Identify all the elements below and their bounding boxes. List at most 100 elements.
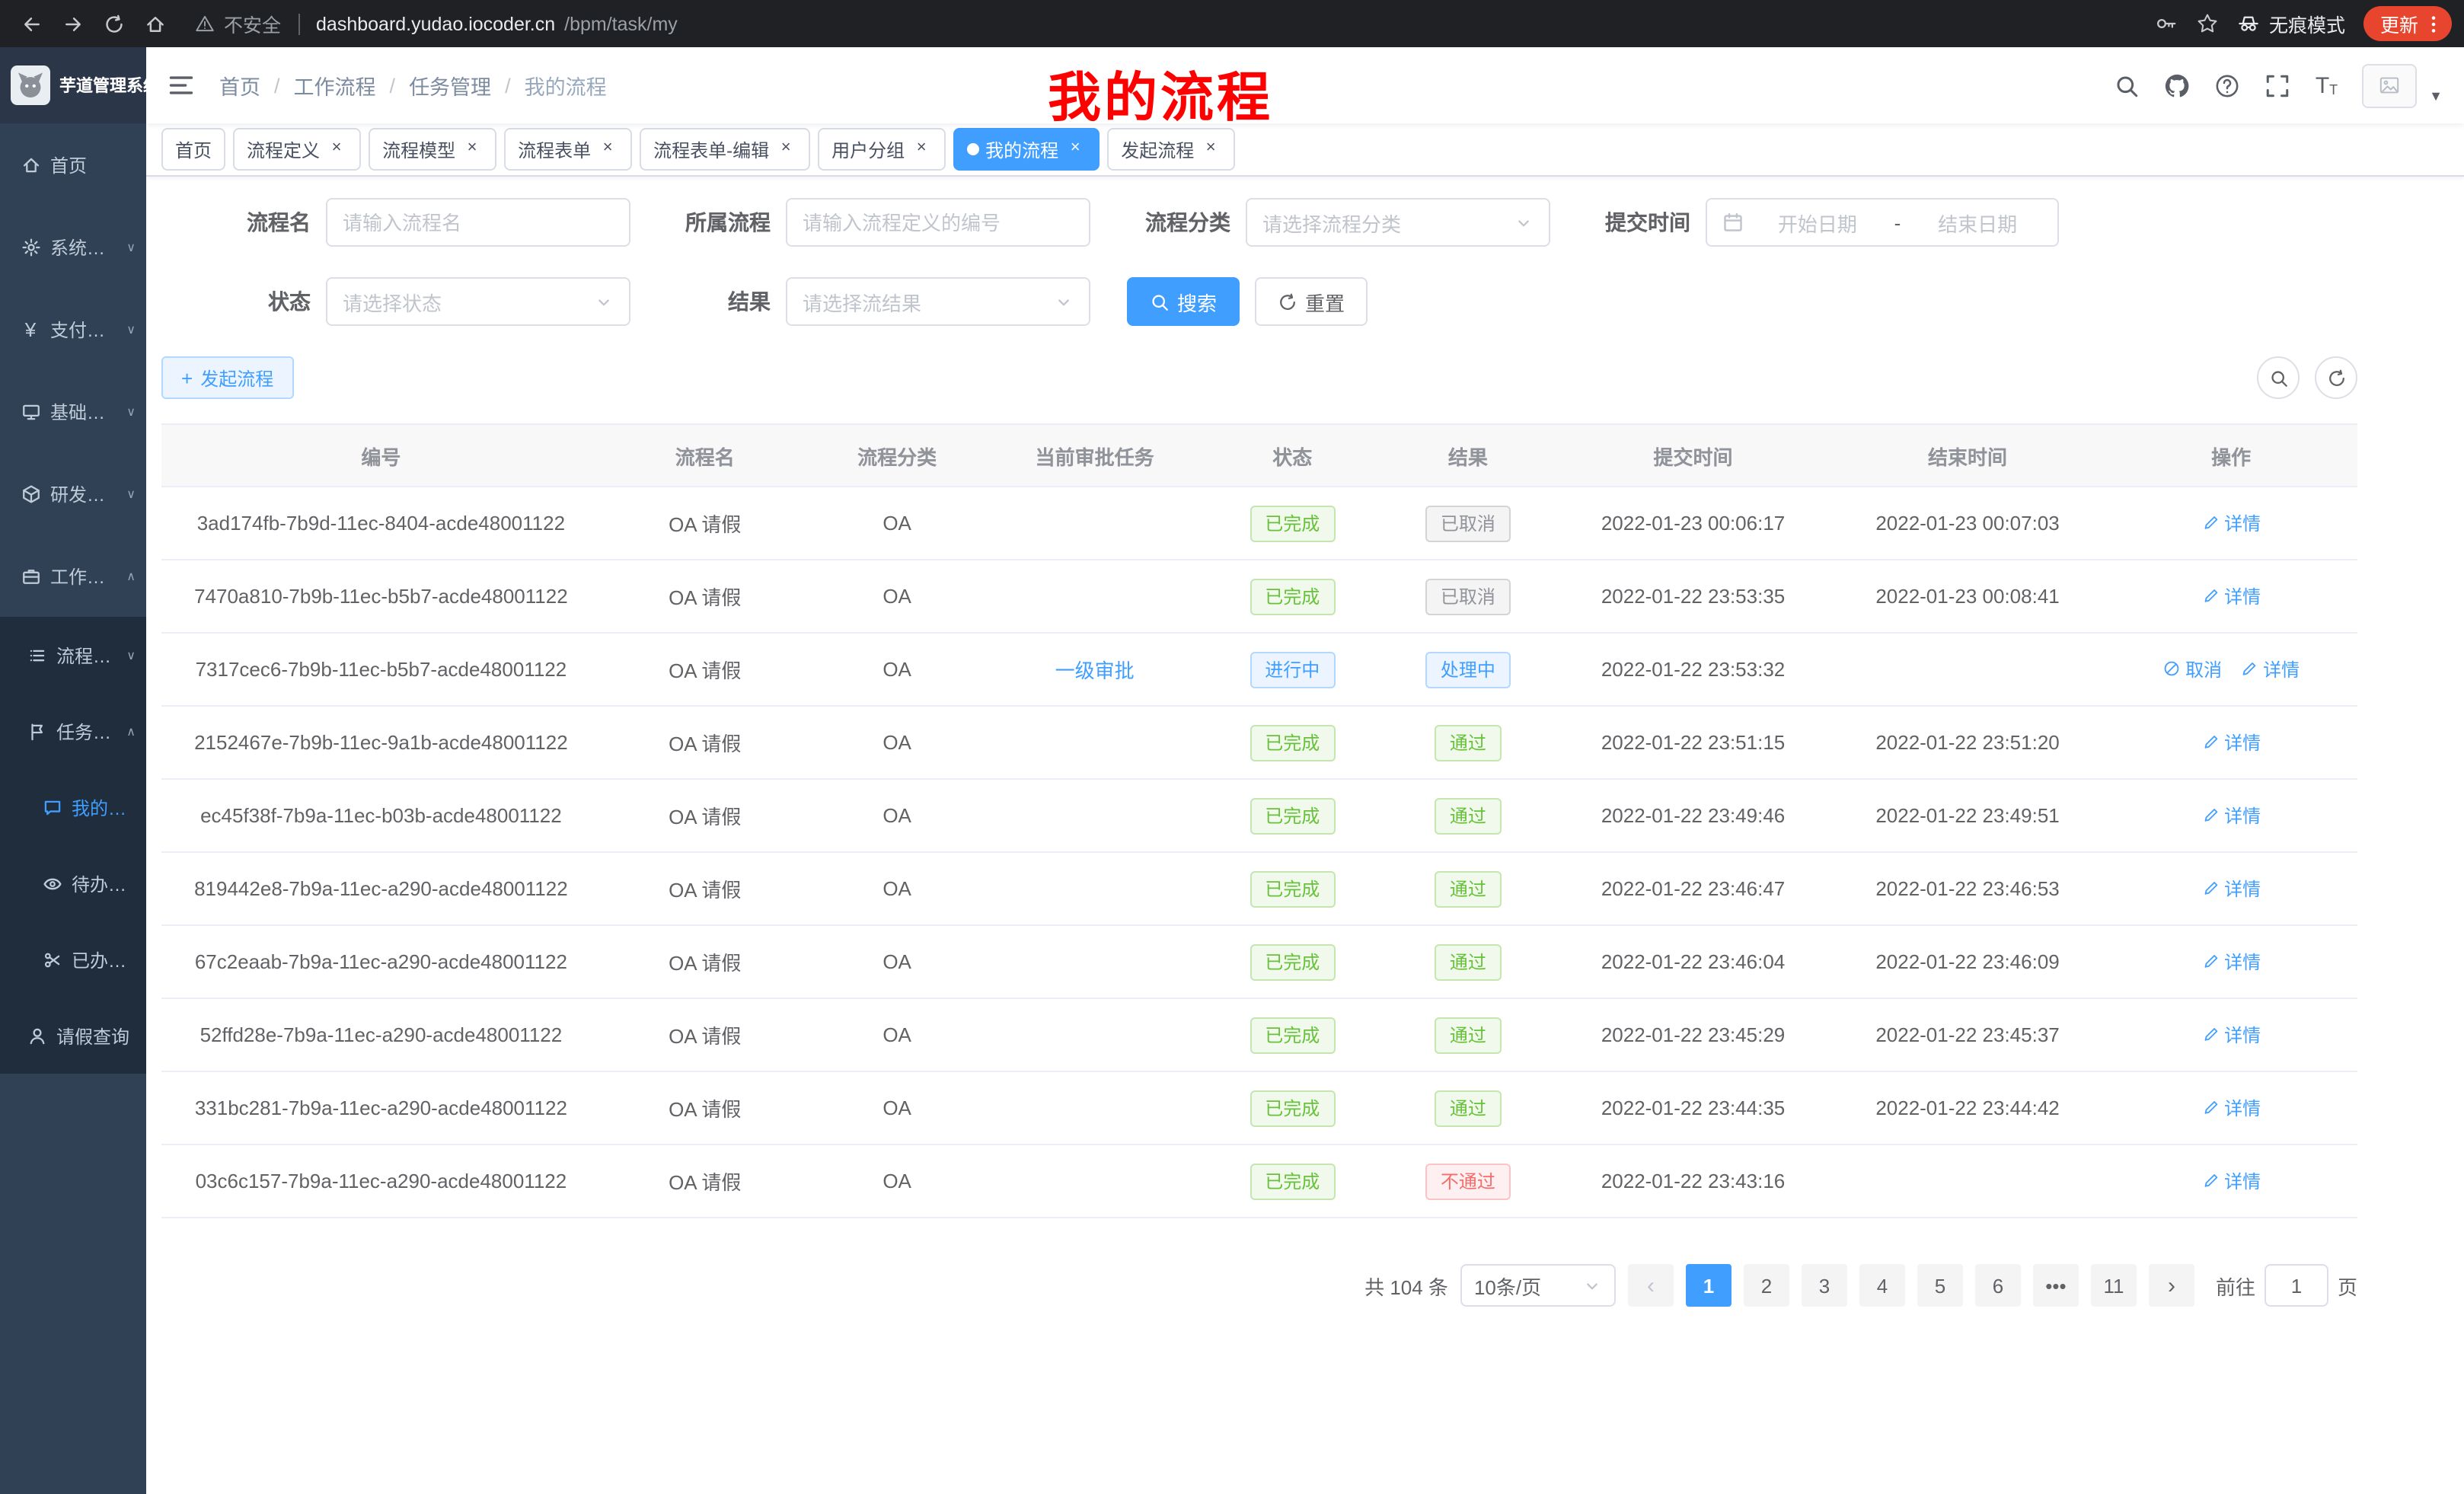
cancel-button[interactable]: 取消 xyxy=(2162,656,2222,682)
sidebar-item-home[interactable]: 首页 xyxy=(0,123,146,206)
sidebar-item-infrastructure[interactable]: 基础设施∨ xyxy=(0,370,146,452)
hamburger-icon[interactable] xyxy=(168,72,195,99)
sidebar-item-my-process[interactable]: 我的流程 xyxy=(0,769,146,845)
caret-down-icon[interactable]: ▼ xyxy=(2429,88,2443,103)
close-icon[interactable]: × xyxy=(1064,139,1086,160)
detail-button[interactable]: 详情 xyxy=(2201,949,2261,975)
goto-page-input[interactable] xyxy=(2265,1264,2328,1307)
detail-button[interactable]: 详情 xyxy=(2201,1168,2261,1194)
edit-icon xyxy=(2201,514,2220,532)
kebab-menu-icon[interactable] xyxy=(2423,13,2444,34)
tab-process-form-edit[interactable]: 流程表单-编辑× xyxy=(640,128,810,171)
bookmark-star-icon[interactable] xyxy=(2196,12,2219,35)
update-button[interactable]: 更新 xyxy=(2363,6,2452,41)
reload-icon[interactable] xyxy=(94,5,132,43)
breadcrumb-item-task-mgmt[interactable]: 任务管理 xyxy=(409,70,491,101)
sidebar-item-process-mgmt[interactable]: 流程管理∨ xyxy=(0,617,146,693)
process-definition-input-field[interactable] xyxy=(803,211,1074,234)
page-size-select[interactable]: 10条/页 xyxy=(1460,1264,1616,1307)
row-category-cell: OA xyxy=(809,1144,985,1218)
sidebar-item-task-mgmt[interactable]: 任务管理∧ xyxy=(0,693,146,769)
category-select[interactable]: 请选择流程分类 xyxy=(1246,198,1550,247)
pagination-page-11[interactable]: 11 xyxy=(2091,1264,2137,1307)
process-name-input[interactable] xyxy=(326,198,630,247)
current-task-link[interactable]: 一级审批 xyxy=(1055,659,1135,682)
close-icon[interactable]: × xyxy=(911,139,932,160)
close-icon[interactable]: × xyxy=(1200,139,1221,160)
sidebar-item-system[interactable]: 系统管理∨ xyxy=(0,206,146,288)
sidebar-item-todo-tasks[interactable]: 待办任务 xyxy=(0,845,146,921)
back-icon[interactable] xyxy=(12,5,50,43)
detail-button[interactable]: 详情 xyxy=(2201,510,2261,536)
sidebar-item-done-tasks[interactable]: 已办任务 xyxy=(0,921,146,998)
result-select[interactable]: 请选择流结果 xyxy=(786,277,1090,326)
pagination-page-6[interactable]: 6 xyxy=(1975,1264,2021,1307)
search-icon[interactable] xyxy=(2115,72,2140,98)
detail-button[interactable]: 详情 xyxy=(2201,729,2261,755)
avatar[interactable] xyxy=(2362,63,2417,107)
search-button[interactable]: 搜索 xyxy=(1127,277,1240,326)
tab-my-process[interactable]: 我的流程× xyxy=(953,128,1100,171)
sidebar-item-leave-query[interactable]: 请假查询 xyxy=(0,998,146,1074)
detail-button[interactable]: 详情 xyxy=(2201,876,2261,902)
row-result-cell: 已取消 xyxy=(1380,487,1556,560)
pagination-ellipsis[interactable]: ••• xyxy=(2033,1264,2079,1307)
close-icon[interactable]: × xyxy=(461,139,483,160)
forward-icon[interactable] xyxy=(53,5,91,43)
breadcrumb-item-home[interactable]: 首页 xyxy=(219,70,260,101)
submit-time-range-picker[interactable]: 开始日期 - 结束日期 xyxy=(1706,198,2059,247)
app-logo[interactable]: 芋道管理系统 xyxy=(0,47,146,123)
tab-home[interactable]: 首页 xyxy=(161,128,225,171)
reset-button[interactable]: 重置 xyxy=(1255,277,1368,326)
detail-button[interactable]: 详情 xyxy=(2201,583,2261,609)
pagination-page-4[interactable]: 4 xyxy=(1859,1264,1905,1307)
status-select[interactable]: 请选择状态 xyxy=(326,277,630,326)
detail-button[interactable]: 详情 xyxy=(2201,1022,2261,1048)
incognito-label: 无痕模式 xyxy=(2269,9,2345,38)
home-icon[interactable] xyxy=(136,5,174,43)
create-process-button[interactable]: + 发起流程 xyxy=(161,356,293,399)
pagination-page-3[interactable]: 3 xyxy=(1802,1264,1847,1307)
tab-process-form[interactable]: 流程表单× xyxy=(504,128,632,171)
filter-process-name: 流程名 xyxy=(207,198,630,247)
tab-start-process[interactable]: 发起流程× xyxy=(1107,128,1235,171)
detail-button[interactable]: 详情 xyxy=(2201,1095,2261,1121)
sidebar-item-workflow[interactable]: 工作流程∧ xyxy=(0,535,146,617)
pagination-next-button[interactable]: › xyxy=(2149,1264,2194,1307)
create-process-label: 发起流程 xyxy=(200,365,273,391)
warning-icon xyxy=(195,14,215,34)
tab-user-group[interactable]: 用户分组× xyxy=(818,128,946,171)
pagination-page-5[interactable]: 5 xyxy=(1917,1264,1963,1307)
breadcrumb-item-workflow[interactable]: 工作流程 xyxy=(294,70,376,101)
tab-process-definition[interactable]: 流程定义× xyxy=(233,128,361,171)
status-tag: 通过 xyxy=(1435,943,1502,980)
font-size-icon[interactable]: TT xyxy=(2316,74,2338,97)
refresh-table-button[interactable] xyxy=(2315,356,2357,399)
process-definition-input[interactable] xyxy=(786,198,1090,247)
github-icon[interactable] xyxy=(2165,72,2191,98)
detail-button[interactable]: 详情 xyxy=(2201,803,2261,828)
sidebar-item-label: 研发工具 xyxy=(50,480,117,506)
row-name-cell: OA 请假 xyxy=(601,1071,809,1144)
status-tag: 已完成 xyxy=(1250,1163,1335,1199)
close-icon[interactable]: × xyxy=(326,139,347,160)
close-icon[interactable]: × xyxy=(775,139,796,160)
pagination-prev-button[interactable]: ‹ xyxy=(1628,1264,1674,1307)
status-tag: 已完成 xyxy=(1250,578,1335,615)
detail-button[interactable]: 详情 xyxy=(2240,656,2300,682)
address-bar[interactable]: 不安全 dashboard.yudao.iocoder.cn/bpm/task/… xyxy=(195,9,678,38)
key-icon[interactable] xyxy=(2155,12,2178,35)
process-name-input-field[interactable] xyxy=(343,211,614,234)
help-icon[interactable] xyxy=(2215,72,2241,98)
sidebar-item-devtools[interactable]: 研发工具∨ xyxy=(0,452,146,535)
tab-process-model[interactable]: 流程模型× xyxy=(369,128,496,171)
pagination-page-2[interactable]: 2 xyxy=(1744,1264,1789,1307)
toggle-search-button[interactable] xyxy=(2257,356,2300,399)
pagination-page-1[interactable]: 1 xyxy=(1686,1264,1732,1307)
close-icon[interactable]: × xyxy=(597,139,618,160)
column-header-result: 结果 xyxy=(1380,424,1556,487)
row-current-task-cell xyxy=(985,1144,1204,1218)
sidebar-item-payment[interactable]: ¥支付管理∨ xyxy=(0,288,146,370)
sidebar-item-label: 流程管理 xyxy=(56,642,117,668)
fullscreen-icon[interactable] xyxy=(2265,72,2291,98)
